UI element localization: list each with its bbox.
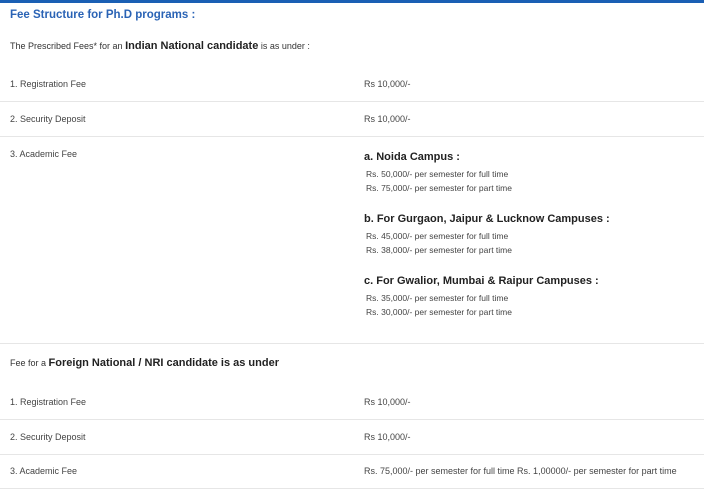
divider <box>0 419 704 420</box>
divider <box>0 488 704 489</box>
foreign-security-label: 2. Security Deposit <box>10 432 86 442</box>
divider <box>0 136 704 137</box>
foreign-intro-text: Fee for a <box>10 358 47 368</box>
campus-noida-heading: a. Noida Campus : <box>364 151 460 163</box>
foreign-intro-highlight: Foreign National / NRI candidate is as u… <box>48 357 279 369</box>
indian-registration-label: 1. Registration Fee <box>10 79 87 89</box>
foreign-intro: Fee for a Foreign National / NRI candida… <box>10 357 279 369</box>
page-title: Fee Structure for Ph.D programs : <box>10 9 196 21</box>
indian-intro-text: The Prescribed Fees* for an <box>10 41 123 51</box>
indian-intro: The Prescribed Fees* for an Indian Natio… <box>10 40 310 52</box>
divider <box>0 343 704 344</box>
divider <box>0 454 704 455</box>
indian-intro-suffix: is as under : <box>260 41 310 51</box>
indian-security-value: Rs 10,000/- <box>364 114 411 124</box>
foreign-academic-label: 3. Academic Fee <box>10 466 78 476</box>
foreign-academic-value: Rs. 75,000/- per semester for full time … <box>364 466 677 476</box>
campus-gurgaon-part-time: Rs. 38,000/- per semester for part time <box>366 245 512 255</box>
indian-intro-highlight: Indian National candidate <box>125 40 259 52</box>
campus-gurgaon-full-time: Rs. 45,000/- per semester for full time <box>366 231 509 241</box>
foreign-registration-label: 1. Registration Fee <box>10 397 87 407</box>
campus-gwalior-part-time: Rs. 30,000/- per semester for part time <box>366 307 512 317</box>
campus-gwalior-full-time: Rs. 35,000/- per semester for full time <box>366 293 509 303</box>
foreign-security-value: Rs 10,000/- <box>364 432 411 442</box>
campus-noida-part-time: Rs. 75,000/- per semester for part time <box>366 183 512 193</box>
campus-noida-full-time: Rs. 50,000/- per semester for full time <box>366 169 509 179</box>
campus-gwalior-heading: c. For Gwalior, Mumbai & Raipur Campuses… <box>364 275 599 287</box>
campus-gurgaon-heading: b. For Gurgaon, Jaipur & Lucknow Campuse… <box>364 213 610 225</box>
foreign-registration-value: Rs 10,000/- <box>364 397 411 407</box>
indian-registration-value: Rs 10,000/- <box>364 79 411 89</box>
indian-security-label: 2. Security Deposit <box>10 114 86 124</box>
indian-academic-label: 3. Academic Fee <box>10 149 78 159</box>
divider <box>0 101 704 102</box>
top-accent-bar <box>0 0 704 3</box>
